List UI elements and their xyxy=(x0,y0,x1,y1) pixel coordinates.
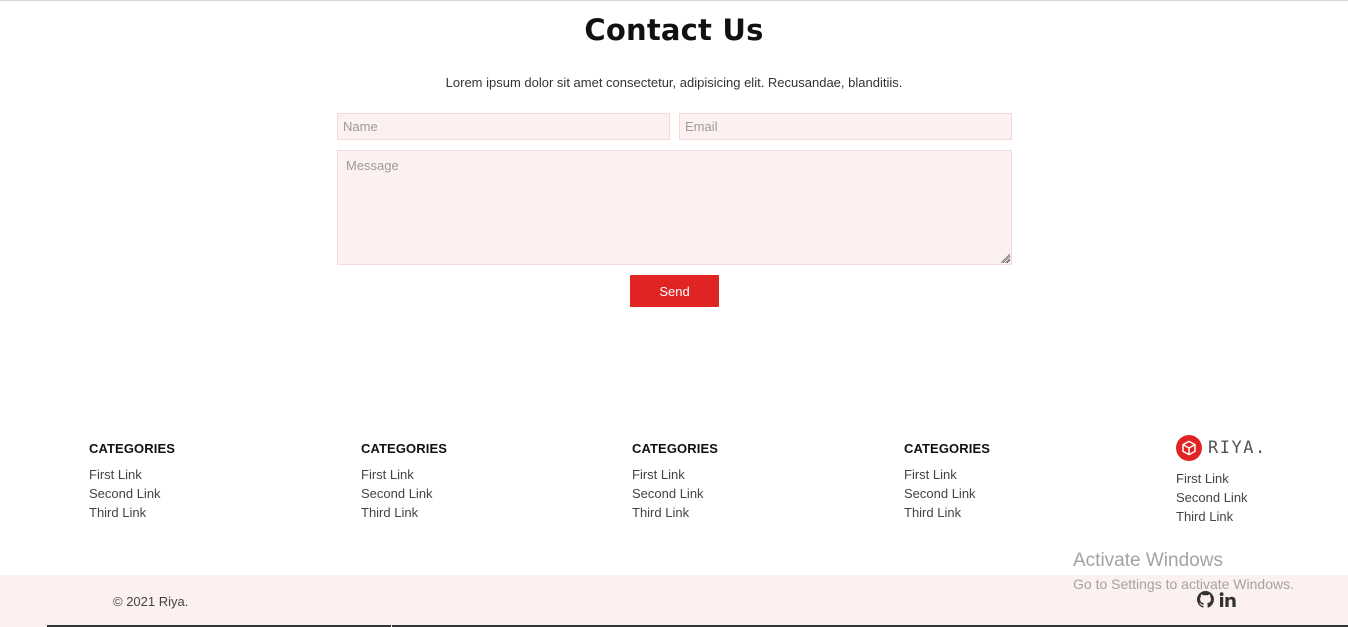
cube-icon xyxy=(1176,435,1202,461)
footer-link-third[interactable]: Third Link xyxy=(1176,507,1316,526)
footer-link-third[interactable]: Third Link xyxy=(89,503,249,522)
footer-link-third[interactable]: Third Link xyxy=(632,503,792,522)
linkedin-icon[interactable] xyxy=(1219,591,1237,608)
footer-link-first[interactable]: First Link xyxy=(632,465,792,484)
contact-subtitle: Lorem ipsum dolor sit amet consectetur, … xyxy=(445,75,903,90)
footer-column-heading: CATEGORIES xyxy=(904,441,990,456)
message-textarea[interactable] xyxy=(337,150,1012,265)
footer-link-first[interactable]: First Link xyxy=(89,465,249,484)
footer-column-heading: CATEGORIES xyxy=(361,441,447,456)
copyright-text: © 2021 Riya. xyxy=(113,594,189,609)
footer-link-third[interactable]: Third Link xyxy=(904,503,1064,522)
footer-column-3: CATEGORIES First Link Second Link Third … xyxy=(632,440,792,522)
name-input[interactable] xyxy=(337,113,670,140)
footer-link-second[interactable]: Second Link xyxy=(1176,488,1316,507)
footer-column-heading: CATEGORIES xyxy=(632,441,718,456)
footer-column-heading: CATEGORIES xyxy=(89,441,175,456)
contact-title: Contact Us xyxy=(584,13,764,47)
footer-link-first[interactable]: First Link xyxy=(1176,469,1316,488)
send-button[interactable]: Send xyxy=(630,275,719,307)
github-icon[interactable] xyxy=(1197,591,1214,608)
brand-name: RIYA. xyxy=(1208,438,1267,458)
footer-brand-column: RIYA. First Link Second Link Third Link xyxy=(1176,435,1316,526)
footer-column-2: CATEGORIES First Link Second Link Third … xyxy=(361,440,521,522)
footer-link-second[interactable]: Second Link xyxy=(904,484,1064,503)
footer-column-4: CATEGORIES First Link Second Link Third … xyxy=(904,440,1064,522)
footer-link-second[interactable]: Second Link xyxy=(632,484,792,503)
footer-link-second[interactable]: Second Link xyxy=(361,484,521,503)
watermark-title: Activate Windows xyxy=(1073,550,1223,571)
footer-link-first[interactable]: First Link xyxy=(904,465,1064,484)
social-links xyxy=(1197,591,1237,608)
footer-link-first[interactable]: First Link xyxy=(361,465,521,484)
footer-column-1: CATEGORIES First Link Second Link Third … xyxy=(89,440,249,522)
brand[interactable]: RIYA. xyxy=(1176,435,1316,461)
email-input[interactable] xyxy=(679,113,1012,140)
footer-link-third[interactable]: Third Link xyxy=(361,503,521,522)
top-divider xyxy=(0,0,1348,1)
footer-link-second[interactable]: Second Link xyxy=(89,484,249,503)
footer-bottom-bar: © 2021 Riya. xyxy=(0,575,1348,627)
